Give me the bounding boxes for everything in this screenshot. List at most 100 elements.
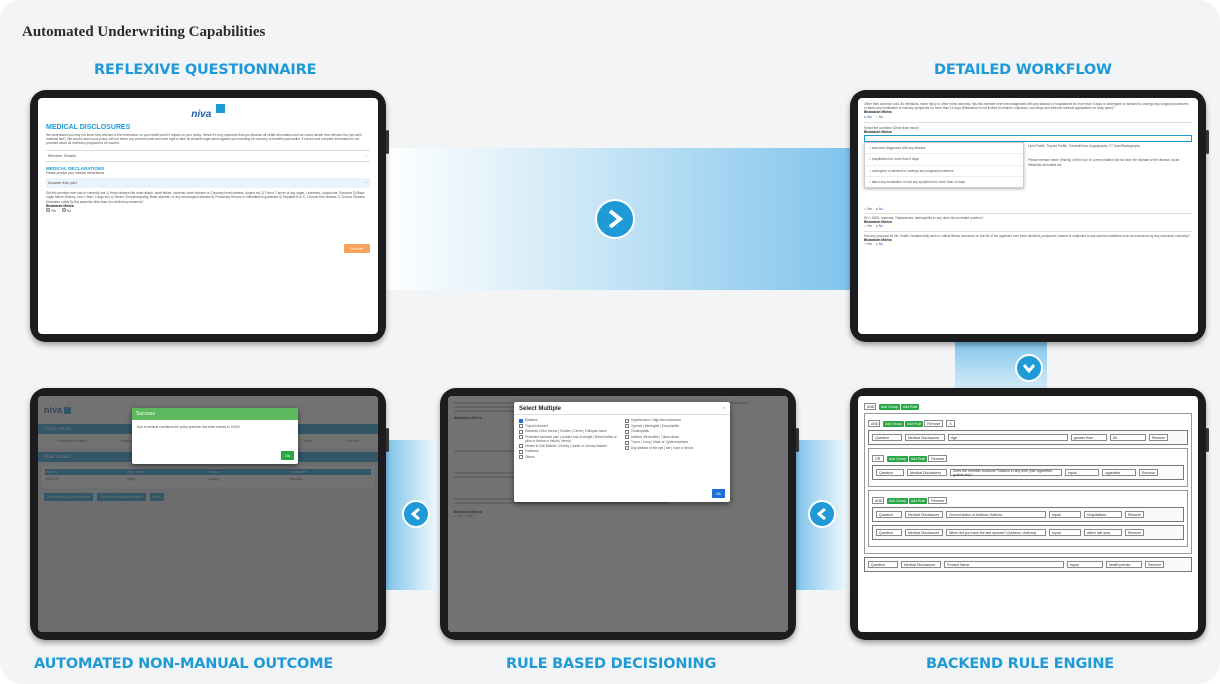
close-icon[interactable]: ×: [723, 406, 725, 412]
option-checkbox[interactable]: Others: [519, 455, 619, 460]
logo: niva: [191, 109, 212, 120]
option-checkbox[interactable]: Hypertension / High blood pressure: [625, 418, 725, 423]
dialog-title: Select Multiple: [519, 406, 562, 412]
section-title: MEDICAL DISCLOSURES: [46, 124, 131, 131]
rule-row: Question Medical Disclosures Age greater…: [868, 430, 1188, 445]
tablet-reflexive-questionnaire: niva MEDICAL DISCLOSURES We understand y…: [30, 90, 389, 342]
caption-reflexive-questionnaire: REFLEXIVE QUESTIONNAIRE: [94, 62, 317, 78]
yes-no-radio[interactable]: Yes No: [46, 208, 370, 213]
checkbox-icon[interactable]: [519, 455, 523, 460]
success-dialog: Success Due to medical conditions the po…: [132, 408, 298, 464]
tablet-automated-outcome: niva Policy Details Policy Status: Issue…: [30, 388, 389, 640]
answer-accordion[interactable]: Answer this part ⌃: [46, 178, 370, 189]
chevron-left-icon[interactable]: [402, 500, 430, 528]
chevron-down-icon: ⌄: [365, 153, 368, 158]
ok-button[interactable]: Ok: [280, 451, 294, 460]
checkbox-icon[interactable]: [519, 444, 523, 449]
chevron-left-icon[interactable]: [808, 500, 836, 528]
yes-no-radio[interactable]: ● Yes ○ No: [864, 115, 1192, 119]
remove-button[interactable]: Remove: [924, 420, 944, 427]
caption-detailed-workflow: DETAILED WORKFLOW: [934, 62, 1112, 78]
option-checkbox[interactable]: Asthma | Bronchitis | Tuberculosis: [625, 434, 725, 439]
option-checkbox[interactable]: Diseases of the Uterus | Ovaries | Cervi…: [519, 429, 619, 434]
checkbox-icon[interactable]: [625, 429, 629, 434]
caption-rule-based-decisioning: RULE BASED DECISIONING: [506, 656, 717, 672]
option-checkbox[interactable]: Cholecystitis: [625, 429, 725, 434]
dropdown-option[interactable]: ○ undergone or advised to undergo any su…: [865, 166, 1023, 177]
and-or-select[interactable]: AND: [868, 420, 880, 427]
option-label: Fractures: [525, 449, 539, 454]
option-checkbox[interactable]: Diabetes: [519, 418, 619, 423]
checkbox-icon[interactable]: [519, 424, 523, 428]
question-text: Did this member ever had or currently ha…: [46, 191, 366, 204]
option-label: Any disease of the eye | ear | nose or t…: [631, 445, 693, 450]
submit-button[interactable]: Submit: [343, 244, 370, 253]
member-details-accordion[interactable]: Member Details ⌄: [46, 149, 370, 162]
rule-row: Question Medical Disclosures Current sta…: [872, 507, 1184, 522]
add-group-button[interactable]: Add Group: [879, 403, 900, 410]
chevron-up-icon: ⌃: [365, 181, 368, 186]
condition-select[interactable]: ⌄: [864, 135, 1192, 143]
ok-button[interactable]: Ok: [711, 489, 725, 498]
screen-select-multiple: Bhabatosh Mishra Bhabatosh Mishra ○ Yes●…: [448, 396, 788, 632]
question-1: Other than common cold, flu infections, …: [864, 102, 1189, 111]
option-label: Hypertension / High blood pressure: [631, 418, 681, 422]
rule-row: Question Medical Disclosures When did yo…: [872, 525, 1184, 540]
and-or-select[interactable]: AND: [864, 403, 876, 410]
checkbox-icon[interactable]: [519, 418, 523, 423]
option-label: Others: [525, 454, 535, 459]
root-group-controls: AND Add Group Add Rule: [864, 403, 1192, 410]
delete-button[interactable]: X: [946, 420, 955, 427]
option-label: Thyroid disorder: [525, 423, 549, 428]
screen-workflow: Other than common cold, flu infections, …: [858, 98, 1198, 334]
checkbox-icon[interactable]: [519, 449, 523, 454]
select-multiple-dialog: Select Multiple × Diabetes Thyroid disord…: [514, 402, 730, 502]
chevron-right-icon[interactable]: [595, 199, 635, 239]
option-label: Diabetes: [525, 418, 538, 422]
option-label: Diseases of the Uterus | Ovaries | Cervi…: [525, 429, 607, 433]
checkbox-icon[interactable]: [625, 446, 629, 450]
dialog-message: Due to medical conditions the policy pre…: [137, 425, 240, 429]
add-rule-button[interactable]: Add Rule: [900, 403, 920, 410]
logo-mark-icon: [215, 104, 225, 113]
dropdown-option[interactable]: ○ was been diagnosed with any disease: [865, 143, 1023, 155]
tablet-detailed-workflow: Other than common cold, flu infections, …: [850, 90, 1209, 342]
option-checkbox[interactable]: Stones in Gall Bladder | Kidney | Ureter…: [519, 444, 619, 449]
option-label: Persistent stomach pain | sudden loss of…: [525, 434, 617, 443]
option-label: Asthma | Bronchitis | Tuberculosis: [631, 434, 679, 439]
checkbox-icon[interactable]: [625, 424, 629, 428]
dropdown-option[interactable]: ○ taken any medication or had any sympto…: [865, 177, 1023, 187]
slide: Automated Underwriting Capabilities REFL…: [0, 0, 1220, 684]
option-checkbox[interactable]: Fractures: [519, 449, 619, 454]
question-4: Has any proposal for life, health, hospi…: [864, 233, 1190, 238]
option-label: Cholecystitis: [631, 429, 649, 433]
condition-dropdown: ○ was been diagnosed with any disease ○ …: [864, 142, 1024, 189]
screen-rule-builder: AND Add Group Add Rule AND Add Group Add…: [858, 396, 1198, 632]
option-checkbox[interactable]: Typhoid | Meningitis | Encephalitis: [625, 423, 725, 428]
yes-no-radio[interactable]: ○ Yes● No: [864, 224, 1192, 228]
caption-automated-outcome: AUTOMATED NON-MANUAL OUTCOME: [34, 656, 334, 672]
option-checkbox[interactable]: Thyroid disorder: [519, 423, 619, 428]
chevron-down-icon[interactable]: [1015, 354, 1043, 382]
checkbox-icon[interactable]: [519, 435, 523, 439]
option-label: Stones in Gall Bladder | Kidney | Ureter…: [525, 443, 607, 448]
option-checkbox[interactable]: Any disease of the eye | ear | nose or t…: [625, 445, 725, 450]
option-checkbox[interactable]: Tumor | Lump | Mass or Cysts anywhere: [625, 440, 725, 445]
page-title: Automated Underwriting Capabilities: [22, 24, 266, 40]
option-checkbox[interactable]: Persistent stomach pain | sudden loss of…: [519, 435, 619, 443]
checkbox-icon[interactable]: [625, 440, 629, 445]
intro-text: We understand you may not know how relev…: [46, 133, 362, 146]
caption-backend-rule-engine: BACKEND RULE ENGINE: [926, 656, 1114, 672]
checkbox-icon[interactable]: [519, 429, 523, 434]
option-label: Typhoid | Meningitis | Encephalitis: [631, 423, 679, 428]
checkbox-icon[interactable]: [625, 418, 629, 423]
screen-policy-outcome: niva Policy Details Policy Status: Issue…: [38, 396, 378, 632]
dialog-title: Success: [132, 408, 298, 420]
checkbox-icon[interactable]: [625, 435, 629, 439]
tablet-rule-based-decisioning: Bhabatosh Mishra Bhabatosh Mishra ○ Yes●…: [440, 388, 799, 640]
yes-no-radio[interactable]: ○ Yes● No: [864, 242, 1192, 246]
rule-row: Question Medical Disclosures Does the me…: [872, 465, 1184, 480]
tablet-backend-rule-engine: AND Add Group Add Rule AND Add Group Add…: [850, 388, 1209, 640]
yes-no-radio[interactable]: ○ Yes● No: [864, 207, 1192, 211]
dropdown-option[interactable]: ○ hospitalized for more than 5 days: [865, 154, 1023, 166]
